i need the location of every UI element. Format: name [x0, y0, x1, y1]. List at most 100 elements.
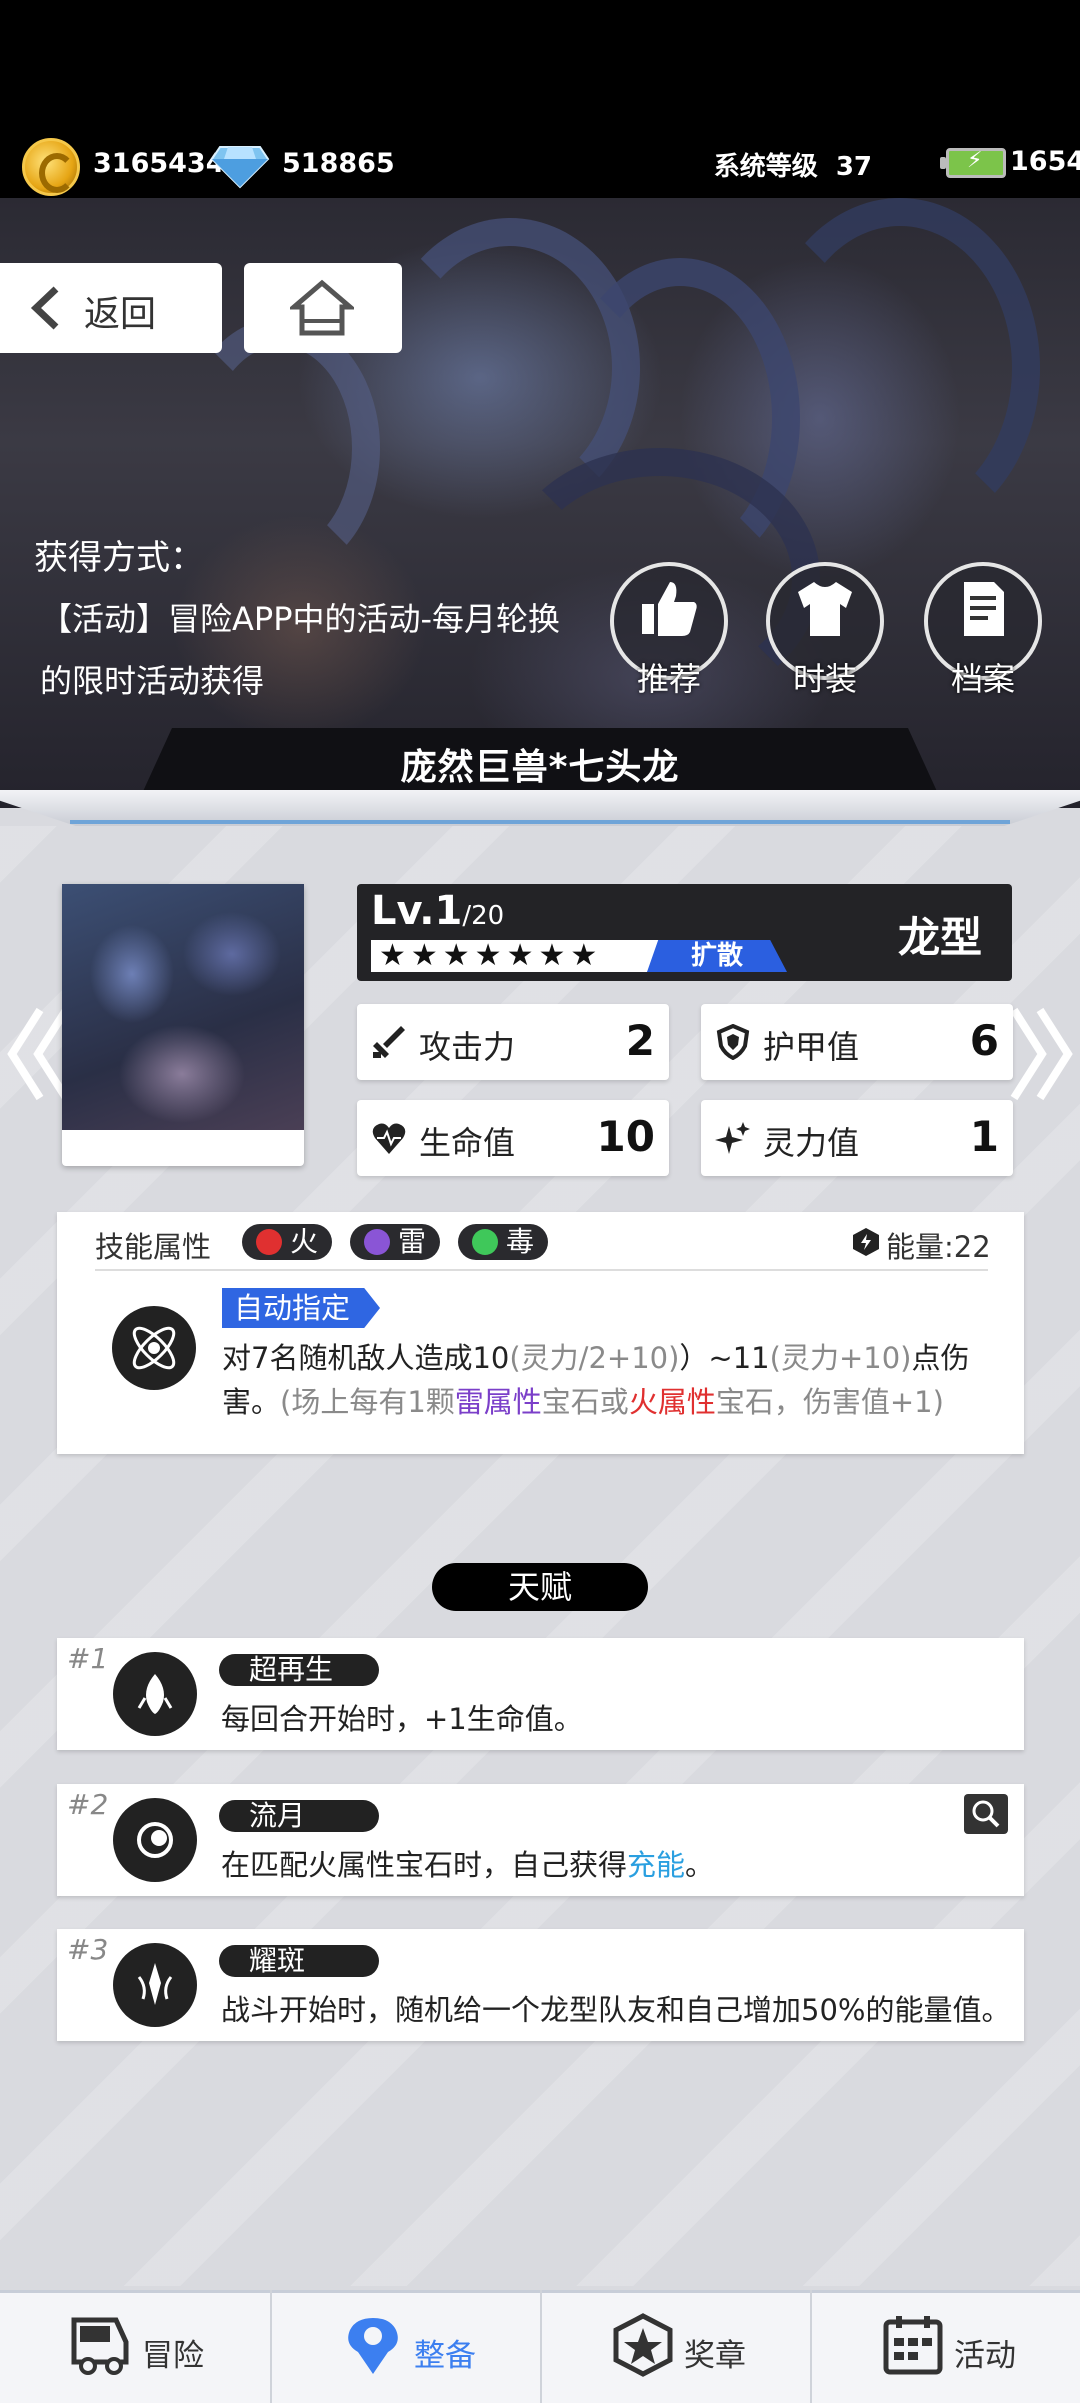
nav-equip-label: 整备: [414, 2338, 476, 2374]
talent-icon: [113, 1943, 197, 2027]
talent-row-1[interactable]: #1 超再生 每回合开始时，+1生命值。: [57, 1638, 1024, 1750]
talent-desc: 战斗开始时，随机给一个龙型队友和自己增加50%的能量值。: [221, 1993, 1011, 2027]
skill-icon: [112, 1306, 196, 1390]
hero-name: 庞然巨兽*七头龙: [400, 747, 680, 788]
talent-desc-part: 。: [685, 1848, 715, 1882]
talent-desc-part: 在匹配火属性宝石时，自己获得: [221, 1848, 628, 1882]
nav-activity-label: 活动: [954, 2338, 1016, 2374]
costume-button[interactable]: 时装: [766, 562, 884, 698]
talent-desc-charge[interactable]: 充能: [627, 1848, 685, 1882]
skill-desc-part: 对7名随机敌人造成10: [222, 1341, 510, 1375]
nav-equip[interactable]: 整备: [270, 2290, 540, 2403]
archive-label: 档案: [950, 660, 1015, 698]
talent-title: 天赋: [432, 1563, 648, 1611]
flare-icon: [137, 1963, 173, 2005]
system-level-label: 系统等级: [713, 152, 818, 182]
talent-row-3[interactable]: #3 耀斑 战斗开始时，随机给一个龙型队友和自己增加50%的能量值。: [57, 1929, 1024, 2041]
skill-desc-part: ）~11: [679, 1341, 770, 1375]
skill-desc-thunder: 雷属性: [454, 1385, 542, 1419]
skill-desc-formula: (灵力+10): [769, 1341, 912, 1375]
talent-desc: 在匹配火属性宝石时，自己获得充能。: [221, 1842, 714, 1884]
element-thunder: 雷: [350, 1224, 441, 1260]
skill-type-tag: 自动指定: [222, 1288, 381, 1328]
shirt-icon: [798, 582, 852, 636]
energy-hex-icon: [853, 1228, 879, 1256]
talent-name: 超再生: [219, 1654, 379, 1686]
hero-race: 龙型: [897, 913, 982, 962]
talent-number: #3: [67, 1933, 109, 1966]
file-icon: [964, 582, 1004, 636]
back-button[interactable]: 返回: [0, 263, 222, 353]
thumbs-up-icon: [642, 582, 697, 636]
talent-icon: [113, 1798, 197, 1882]
truck-icon: [71, 2317, 129, 2375]
coin-count: 3165434: [93, 148, 225, 179]
home-button[interactable]: [244, 263, 402, 353]
costume-label: 时装: [792, 660, 857, 698]
talent-number: #1: [67, 1642, 109, 1675]
fire-icon: [256, 1229, 282, 1255]
hero-portrait-image: [62, 884, 304, 1130]
shield-icon: [716, 1024, 750, 1060]
stat-armor-label: 护甲值: [763, 1028, 860, 1066]
coin-icon: [22, 138, 80, 196]
talent-row-2[interactable]: #2 流月 在匹配火属性宝石时，自己获得充能。: [57, 1784, 1024, 1896]
element-poison-label: 毒: [506, 1225, 535, 1258]
skill-attribute-label: 技能属性: [95, 1230, 212, 1264]
calendar-icon: [883, 2316, 943, 2375]
stat-hp: 生命值 10: [357, 1100, 669, 1176]
skill-desc-note: (场上每有1颗: [280, 1385, 455, 1419]
battery-icon: [940, 148, 1006, 178]
chevron-left-icon: [30, 286, 59, 330]
diamond-count: 518865: [282, 148, 395, 179]
talent-name: 耀斑: [219, 1945, 379, 1977]
target-icon: [132, 1326, 176, 1370]
poison-icon: [472, 1229, 498, 1255]
hero-portrait[interactable]: [62, 884, 304, 1166]
heart-icon: [372, 1123, 406, 1154]
skill-desc-formula: (灵力/2+10): [509, 1341, 680, 1375]
equip-icon: [348, 2318, 398, 2374]
stat-hp-label: 生命值: [419, 1124, 516, 1162]
nav-adventure[interactable]: 冒险: [0, 2290, 270, 2403]
diamond-icon: [210, 146, 270, 189]
sparkle-icon: [715, 1122, 750, 1154]
system-level-value: 37: [835, 152, 872, 182]
stat-armor-value: 6: [969, 1016, 999, 1065]
archive-button[interactable]: 档案: [924, 562, 1042, 698]
recommend-button[interactable]: 推荐: [610, 562, 728, 698]
thunder-icon: [364, 1229, 390, 1255]
regen-icon: [137, 1674, 173, 1714]
nav-activity[interactable]: 活动: [810, 2290, 1080, 2403]
acquisition-desc: 【活动】冒险APP中的活动-每月轮换的限时活动获得: [40, 600, 561, 700]
talent-icon: [113, 1652, 197, 1736]
element-fire: 火: [242, 1224, 333, 1260]
level-display: Lv.1/20: [371, 888, 504, 934]
talent-desc: 每回合开始时，+1生命值。: [221, 1702, 583, 1736]
divider-band: [0, 790, 1080, 826]
stat-hp-value: 10: [596, 1112, 655, 1161]
skill-desc-note: 宝石或: [541, 1385, 629, 1419]
home-icon: [290, 279, 354, 336]
skill-description: 对7名随机敌人造成10(灵力/2+10)）~11(灵力+10)点伤害。(场上每有…: [222, 1336, 992, 1424]
medal-icon: [613, 2313, 673, 2377]
next-hero-arrow-icon[interactable]: [1006, 1004, 1076, 1104]
level-max: /20: [462, 901, 505, 931]
element-fire-label: 火: [290, 1225, 319, 1258]
level-value: Lv.1: [371, 888, 463, 934]
element-poison: 毒: [458, 1224, 549, 1260]
search-icon: [972, 1800, 1000, 1828]
stat-spirit-label: 灵力值: [763, 1124, 860, 1162]
acquisition-title: 获得方式：: [34, 538, 204, 578]
recommend-label: 推荐: [636, 660, 701, 698]
magnifier-button[interactable]: [964, 1794, 1008, 1834]
stat-armor: 护甲值 6: [701, 1004, 1013, 1080]
level-card: Lv.1/20 ★★★★★★★ 扩散 龙型: [357, 884, 1012, 981]
energy-count: 1654: [1010, 146, 1080, 177]
stat-spirit: 灵力值 1: [701, 1100, 1013, 1176]
skill-desc-fire: 火属性: [628, 1385, 716, 1419]
nav-medal-label: 奖章: [684, 2338, 746, 2374]
sword-icon: [373, 1026, 405, 1058]
nav-medal[interactable]: 奖章: [540, 2290, 810, 2403]
skill-energy: 能量:22: [886, 1230, 991, 1264]
